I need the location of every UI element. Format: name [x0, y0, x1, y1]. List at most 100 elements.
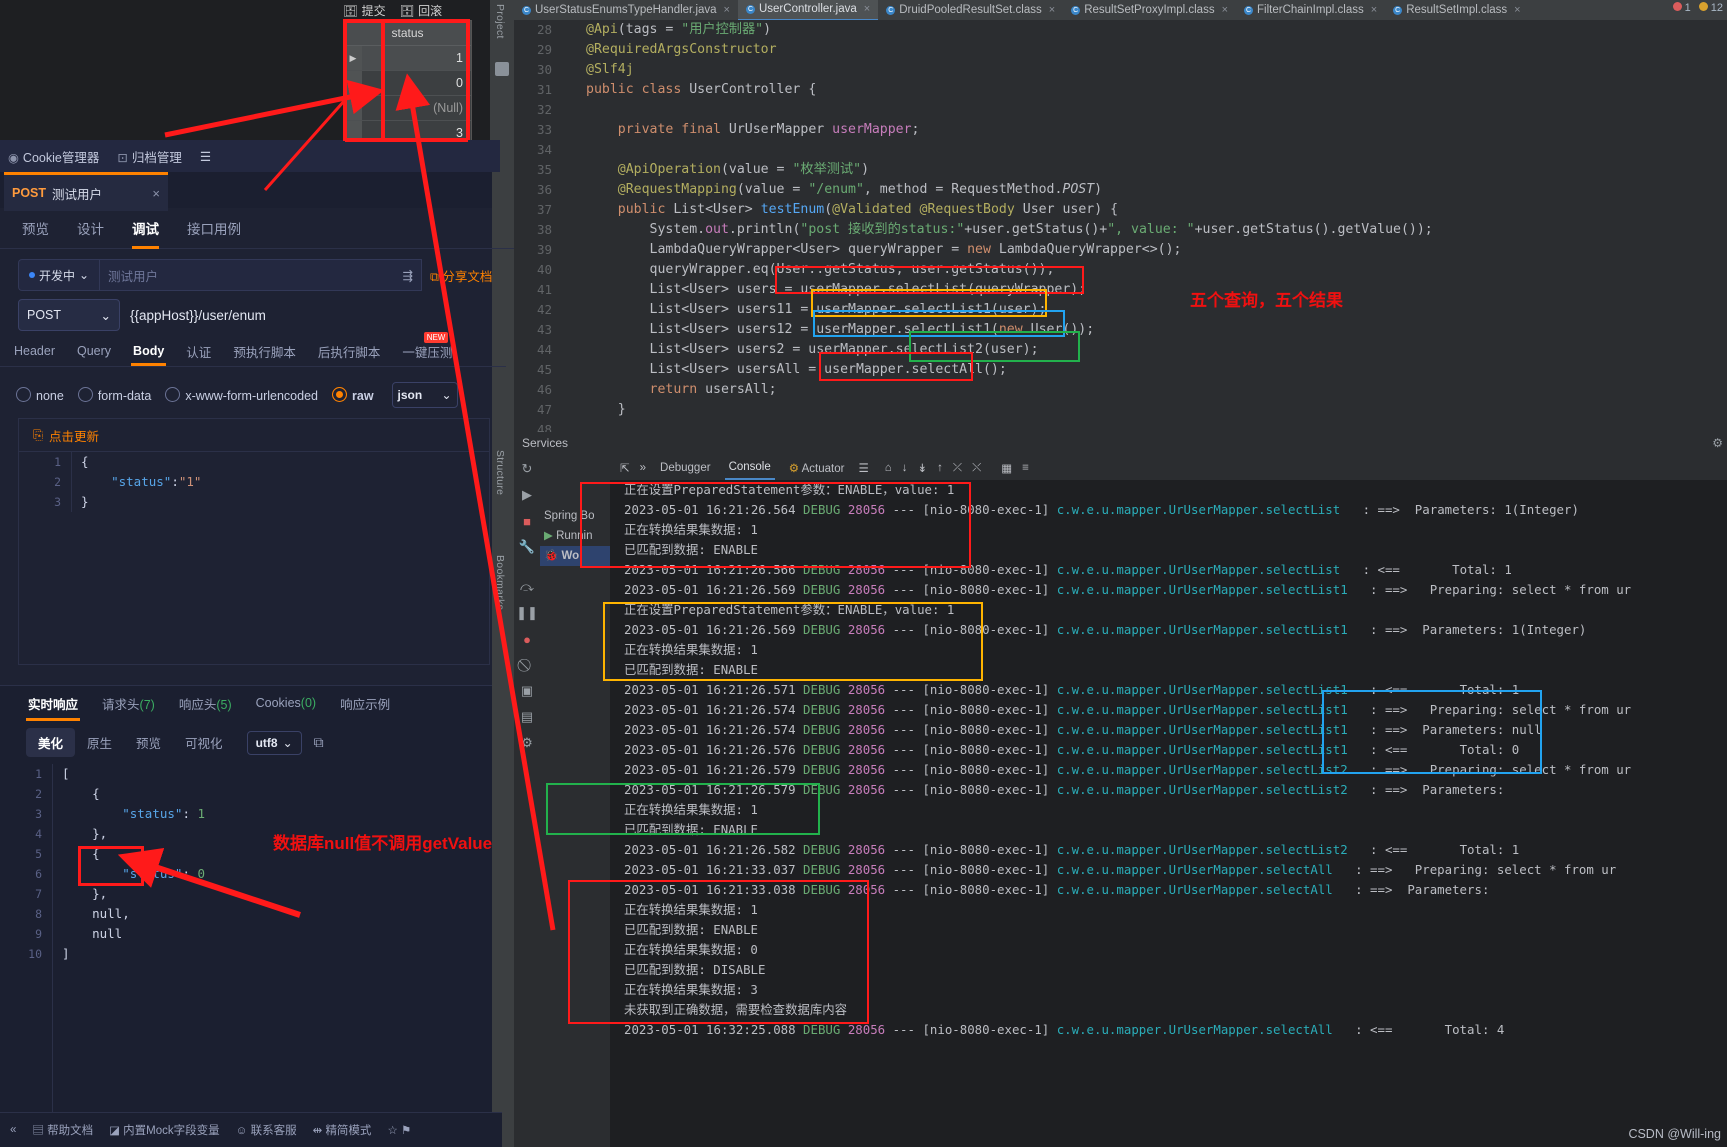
services-settings-icon[interactable]: ⚙: [1712, 436, 1723, 450]
tab-cookies[interactable]: Cookies(0): [256, 696, 316, 710]
close-icon[interactable]: ×: [1514, 0, 1520, 20]
align-icon[interactable]: ≡: [1022, 462, 1029, 474]
editor-tab[interactable]: C DruidPooledResultSet.class ×: [878, 0, 1063, 20]
body-format-select[interactable]: json ⌄: [391, 382, 458, 408]
more-icon[interactable]: »: [640, 462, 646, 474]
body-mode-none[interactable]: none: [16, 387, 64, 403]
db-grid-row[interactable]: ▶ 1: [344, 46, 471, 71]
json-line[interactable]: 10]: [0, 944, 492, 964]
update-icon[interactable]: ⎘: [33, 428, 43, 443]
json-line[interactable]: 8 null,: [0, 904, 492, 924]
misc-icons[interactable]: ☆ ⚑: [387, 1123, 411, 1137]
editor-tab[interactable]: C FilterChainImpl.class ×: [1236, 0, 1385, 20]
tab-preview[interactable]: 预览: [22, 218, 49, 238]
json-line[interactable]: 1[: [0, 764, 492, 784]
click-to-update-button[interactable]: 点击更新: [49, 426, 99, 445]
editor-tab[interactable]: C ResultSetProxyImpl.class ×: [1063, 0, 1236, 20]
view-visual[interactable]: 可视化: [173, 728, 235, 757]
subtab-loadtest[interactable]: 一键压测 NEW: [402, 331, 452, 361]
share-doc-button[interactable]: ⧉ 分享文档: [430, 266, 492, 285]
scroll-down-icon[interactable]: ↓: [902, 462, 908, 474]
archive-manager-button[interactable]: ⊡ 归档管理: [117, 147, 182, 166]
json-line[interactable]: 2 {: [0, 784, 492, 804]
folder-icon[interactable]: [495, 62, 509, 76]
response-body-code[interactable]: 1[2 {3 "status": 14 }, 5 {6 "status": 07 …: [0, 764, 492, 1113]
view-raw[interactable]: 原生: [75, 728, 124, 757]
request-name-input[interactable]: 测试用户 ⇶: [99, 259, 422, 291]
close-icon[interactable]: ×: [1371, 0, 1377, 20]
subtab-postscript[interactable]: 后执行脚本: [318, 342, 381, 361]
column-header-status[interactable]: status: [344, 26, 471, 40]
close-icon[interactable]: ×: [1049, 0, 1055, 20]
tab-testcases[interactable]: 接口用例: [187, 218, 241, 238]
tab-console[interactable]: Console: [724, 456, 775, 480]
editor-tab[interactable]: C ResultSetImpl.class ×: [1385, 0, 1528, 20]
clear-icon[interactable]: ⤫: [953, 462, 962, 475]
breakpoints-icon[interactable]: ●: [514, 626, 540, 652]
support-button[interactable]: ☺ 联系客服: [236, 1122, 297, 1138]
db-result-grid[interactable]: status ▶ 1 0 (Null) 3: [343, 20, 472, 146]
subtab-header[interactable]: Header: [14, 344, 55, 358]
home-icon[interactable]: ⌂: [885, 462, 892, 474]
menu-icon[interactable]: ☰: [200, 149, 211, 164]
api-doc-tab[interactable]: POST 测试用户 ×: [4, 172, 168, 211]
view-preview[interactable]: 预览: [124, 728, 173, 757]
environment-selector[interactable]: 开发中 ⌄: [18, 259, 99, 291]
tab-design[interactable]: 设计: [77, 218, 104, 238]
subtab-prescript[interactable]: 预执行脚本: [233, 342, 296, 361]
json-line[interactable]: 6 "status": 0: [0, 864, 492, 884]
copy-icon[interactable]: ⧉: [314, 734, 324, 751]
close-icon[interactable]: ×: [724, 0, 730, 20]
compact-mode-button[interactable]: ⇹ 精简模式: [313, 1122, 372, 1138]
json-line[interactable]: 7 },: [0, 884, 492, 904]
encoding-select[interactable]: utf8 ⌄: [246, 730, 302, 755]
body-mode-urlencoded[interactable]: x-www-form-urlencoded: [165, 387, 318, 403]
collapse-button[interactable]: «: [10, 1124, 16, 1136]
editor-tab-active[interactable]: C UserController.java ×: [737, 0, 879, 20]
wrench-icon[interactable]: 🔧: [514, 534, 540, 560]
rerun-icon[interactable]: ↻: [514, 456, 540, 482]
tab-realtime-response[interactable]: 实时响应: [25, 694, 81, 721]
subtab-query[interactable]: Query: [77, 344, 111, 358]
camera-icon[interactable]: ▣: [514, 678, 540, 704]
bookmarks-tool-label[interactable]: Bookmarks: [494, 555, 506, 610]
run-icon[interactable]: ▶: [514, 482, 540, 508]
body-mode-raw[interactable]: raw: [332, 387, 374, 403]
settings-icon[interactable]: ⚙: [514, 730, 540, 756]
close-icon[interactable]: ×: [152, 186, 160, 201]
close-icon[interactable]: ×: [864, 0, 870, 19]
json-line[interactable]: 3 "status": 1: [0, 804, 492, 824]
json-line[interactable]: 1{: [19, 452, 489, 472]
layout-icon[interactable]: ▤: [514, 704, 540, 730]
json-line[interactable]: 3}: [19, 492, 489, 512]
json-line[interactable]: 2 "status":"1": [19, 472, 489, 492]
tab-actuator[interactable]: ⚙ Actuator: [785, 461, 849, 475]
db-cell[interactable]: 1: [362, 47, 471, 70]
db-cell-null[interactable]: (Null): [362, 97, 471, 120]
body-mode-form-data[interactable]: form-data: [77, 387, 151, 403]
request-body-editor[interactable]: ⎘ 点击更新 1{2 "status":"1" 3}: [18, 418, 490, 665]
subtab-body[interactable]: Body: [131, 344, 167, 366]
tab-debugger[interactable]: Debugger: [656, 462, 715, 474]
scroll-up-icon[interactable]: ↑: [937, 462, 943, 474]
edit-icon[interactable]: ⇶: [403, 268, 413, 283]
cookie-manager-button[interactable]: ◉ Cookie管理器: [8, 147, 99, 166]
filter-icon[interactable]: ☰: [858, 461, 868, 475]
subtab-auth[interactable]: 认证: [186, 342, 211, 361]
code-editor[interactable]: 28 @Api(tags = "用户控制器") 29 @RequiredArgsCon…: [514, 20, 1727, 432]
commit-button[interactable]: 🗄 提交: [343, 2, 386, 19]
stop-icon[interactable]: ■: [514, 508, 540, 534]
soft-wrap-icon[interactable]: ⤬: [972, 462, 981, 475]
close-icon[interactable]: ×: [1222, 0, 1228, 20]
pause-icon[interactable]: ❚❚: [514, 600, 540, 626]
tab-response-examples[interactable]: 响应示例: [340, 694, 390, 713]
tab-debug[interactable]: 调试: [132, 218, 159, 249]
json-line[interactable]: 9 null: [0, 924, 492, 944]
structure-tool-label[interactable]: Structure: [494, 450, 506, 495]
db-grid-row[interactable]: (Null): [344, 96, 471, 121]
mock-vars-button[interactable]: ◪ 内置Mock字段变量: [109, 1122, 220, 1138]
view-pretty[interactable]: 美化: [26, 728, 76, 757]
url-input[interactable]: {{appHost}}/user/enum: [120, 300, 510, 330]
help-doc-button[interactable]: ▤ 帮助文档: [32, 1122, 93, 1138]
db-cell[interactable]: 0: [362, 72, 471, 95]
